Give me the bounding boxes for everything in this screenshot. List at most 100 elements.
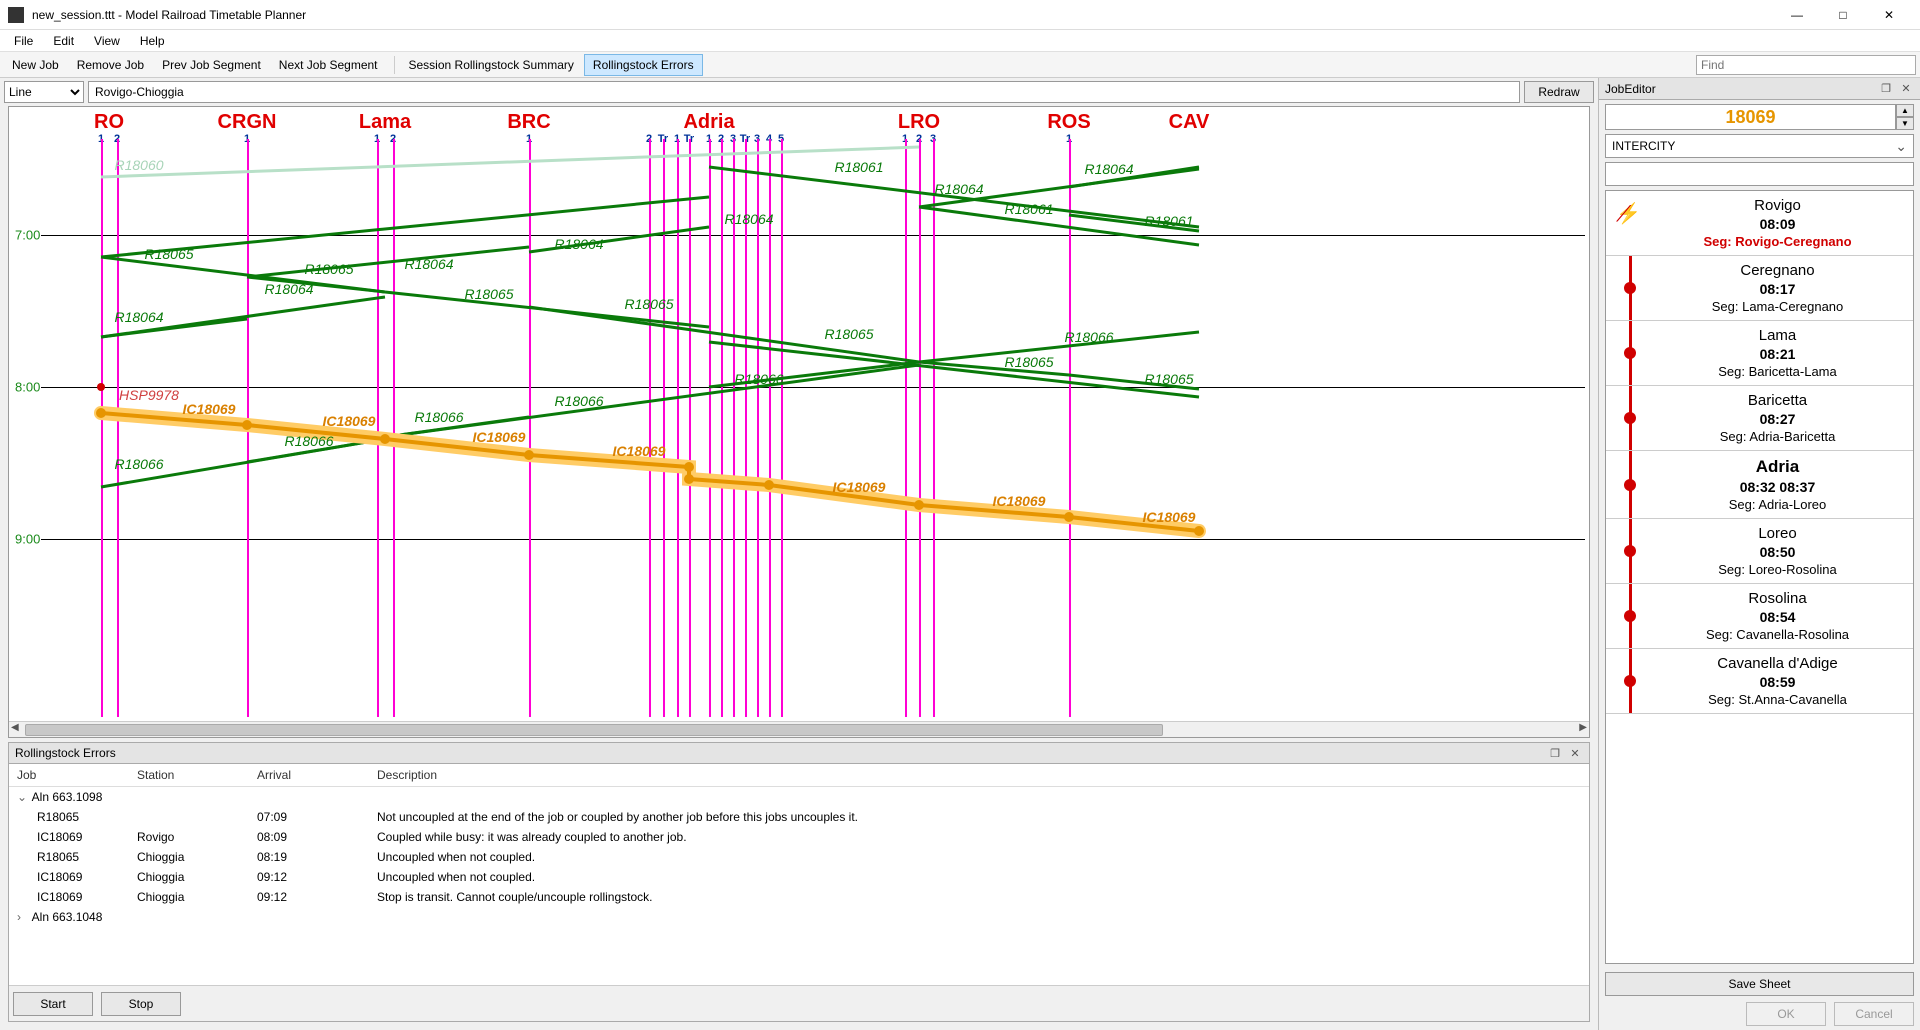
line-mode-select[interactable]: Line: [4, 81, 84, 103]
close-button[interactable]: ✕: [1866, 0, 1912, 30]
table-row[interactable]: IC18069Chioggia09:12Uncoupled when not c…: [9, 867, 1589, 887]
ok-button[interactable]: OK: [1746, 1002, 1826, 1026]
maximize-button[interactable]: □: [1820, 0, 1866, 30]
errors-undock-icon[interactable]: ❐: [1547, 745, 1563, 761]
window-title: new_session.ttt - Model Railroad Timetab…: [32, 8, 1774, 22]
find-input[interactable]: [1696, 55, 1916, 75]
job-stop[interactable]: Lama08:21Seg: Baricetta-Lama: [1606, 321, 1913, 386]
app-icon: [8, 7, 24, 23]
job-stops-list[interactable]: ⚡⟋Rovigo08:09Seg: Rovigo-CeregnanoCeregn…: [1605, 190, 1914, 964]
col-station[interactable]: Station: [129, 764, 249, 787]
save-sheet-button[interactable]: Save Sheet: [1605, 972, 1914, 996]
toolbar-remove-job[interactable]: Remove Job: [69, 55, 152, 75]
table-row[interactable]: R18065Chioggia08:19Uncoupled when not co…: [9, 847, 1589, 867]
train-label[interactable]: R18061: [834, 159, 883, 175]
train-label[interactable]: R18066: [554, 393, 603, 409]
toolbar-rolling-summary[interactable]: Session Rollingstock Summary: [401, 55, 582, 75]
train-label[interactable]: R18064: [1084, 161, 1133, 177]
job-category-select[interactable]: INTERCITY: [1605, 134, 1914, 158]
train-label[interactable]: R18061: [1004, 201, 1053, 217]
graph-hscrollbar[interactable]: [9, 721, 1589, 737]
train-label[interactable]: R18061: [1144, 213, 1193, 229]
errors-panel-title: Rollingstock Errors ❐ ✕: [8, 742, 1590, 764]
train-label-selected[interactable]: IC18069: [183, 401, 236, 417]
rollingstock-errors-panel: Rollingstock Errors ❐ ✕ Job Station Arri…: [8, 742, 1590, 1022]
train-label[interactable]: R18066: [284, 433, 333, 449]
table-row[interactable]: ⌄ Aln 663.1098: [9, 787, 1589, 808]
line-selector-row: Line Rovigo-Chioggia Redraw: [0, 78, 1598, 106]
minimize-button[interactable]: ―: [1774, 0, 1820, 30]
menu-view[interactable]: View: [84, 32, 130, 50]
jobeditor-close-icon[interactable]: ✕: [1898, 81, 1914, 97]
train-label[interactable]: R18065: [1004, 354, 1053, 370]
train-label[interactable]: R18064: [264, 281, 313, 297]
train-label[interactable]: R18064: [114, 309, 163, 325]
train-label-selected[interactable]: IC18069: [993, 493, 1046, 509]
job-stop[interactable]: Ceregnano08:17Seg: Lama-Ceregnano: [1606, 256, 1913, 321]
errors-title-label: Rollingstock Errors: [15, 746, 116, 760]
train-label[interactable]: R18060: [114, 157, 163, 173]
train-label[interactable]: R18064: [554, 236, 603, 252]
cancel-button[interactable]: Cancel: [1834, 1002, 1914, 1026]
menubar: File Edit View Help: [0, 30, 1920, 52]
line-name-field[interactable]: Rovigo-Chioggia: [88, 81, 1520, 103]
toolbar-rolling-errors[interactable]: Rollingstock Errors: [584, 54, 703, 76]
errors-start-button[interactable]: Start: [13, 992, 93, 1016]
jobeditor-undock-icon[interactable]: ❐: [1878, 81, 1894, 97]
job-id-down-icon[interactable]: ▼: [1896, 117, 1914, 130]
job-stop[interactable]: ⚡⟋Rovigo08:09Seg: Rovigo-Ceregnano: [1606, 191, 1913, 256]
redraw-button[interactable]: Redraw: [1524, 81, 1594, 103]
toolbar-separator: [394, 56, 395, 74]
job-id-spinner[interactable]: ▲ ▼: [1896, 104, 1914, 130]
timetable-graph[interactable]: 7:008:009:00RO12CRGN1Lama12BRC1Adria2Tr1…: [8, 106, 1590, 738]
toolbar-next-segment[interactable]: Next Job Segment: [271, 55, 386, 75]
job-editor-title: JobEditor: [1605, 82, 1656, 96]
col-description[interactable]: Description: [369, 764, 1589, 787]
col-arrival[interactable]: Arrival: [249, 764, 369, 787]
train-label[interactable]: R18064: [934, 181, 983, 197]
train-label-selected[interactable]: IC18069: [473, 429, 526, 445]
train-label-selected[interactable]: IC18069: [323, 413, 376, 429]
train-label[interactable]: R18066: [414, 409, 463, 425]
train-label[interactable]: R18066: [1064, 329, 1113, 345]
table-row[interactable]: IC18069Chioggia09:12Stop is transit. Can…: [9, 887, 1589, 907]
train-label[interactable]: R18064: [724, 211, 773, 227]
job-stop[interactable]: Rosolina08:54Seg: Cavanella-Rosolina: [1606, 584, 1913, 649]
errors-close-icon[interactable]: ✕: [1567, 745, 1583, 761]
errors-table[interactable]: Job Station Arrival Description ⌄ Aln 66…: [9, 764, 1589, 985]
train-label-selected[interactable]: IC18069: [1143, 509, 1196, 525]
job-stop[interactable]: Loreo08:50Seg: Loreo-Rosolina: [1606, 519, 1913, 584]
train-label[interactable]: R18065: [1144, 371, 1193, 387]
train-label[interactable]: R18065: [624, 296, 673, 312]
job-stop[interactable]: Baricetta08:27Seg: Adria-Baricetta: [1606, 386, 1913, 451]
job-id-field[interactable]: 18069: [1605, 104, 1896, 130]
toolbar-new-job[interactable]: New Job: [4, 55, 67, 75]
train-label[interactable]: R18065: [824, 326, 873, 342]
train-label[interactable]: R18065: [464, 286, 513, 302]
titlebar: new_session.ttt - Model Railroad Timetab…: [0, 0, 1920, 30]
job-stop[interactable]: Adria08:32 08:37Seg: Adria-Loreo: [1606, 451, 1913, 519]
train-label[interactable]: R18064: [404, 256, 453, 272]
train-label[interactable]: R18066: [734, 371, 783, 387]
job-category-label: INTERCITY: [1612, 139, 1675, 153]
col-job[interactable]: Job: [9, 764, 129, 787]
table-row[interactable]: IC18069Rovigo08:09Coupled while busy: it…: [9, 827, 1589, 847]
train-label[interactable]: R18066: [114, 456, 163, 472]
window-controls: ― □ ✕: [1774, 0, 1912, 30]
table-row[interactable]: R1806507:09Not uncoupled at the end of t…: [9, 807, 1589, 827]
menu-edit[interactable]: Edit: [43, 32, 84, 50]
job-extra-field[interactable]: [1605, 162, 1914, 186]
job-id-up-icon[interactable]: ▲: [1896, 104, 1914, 117]
job-editor-panel: JobEditor ❐ ✕ 18069 ▲ ▼ INTERCITY ⚡⟋Rovi…: [1598, 78, 1920, 1030]
menu-help[interactable]: Help: [130, 32, 175, 50]
train-label-selected[interactable]: IC18069: [613, 443, 666, 459]
menu-file[interactable]: File: [4, 32, 43, 50]
errors-stop-button[interactable]: Stop: [101, 992, 181, 1016]
train-label[interactable]: R18065: [144, 246, 193, 262]
job-stop[interactable]: Cavanella d'Adige08:59Seg: St.Anna-Cavan…: [1606, 649, 1913, 714]
train-label[interactable]: HSP9978: [119, 387, 179, 403]
table-row[interactable]: › Aln 663.1048: [9, 907, 1589, 927]
train-label-selected[interactable]: IC18069: [833, 479, 886, 495]
train-label[interactable]: R18065: [304, 261, 353, 277]
toolbar-prev-segment[interactable]: Prev Job Segment: [154, 55, 269, 75]
